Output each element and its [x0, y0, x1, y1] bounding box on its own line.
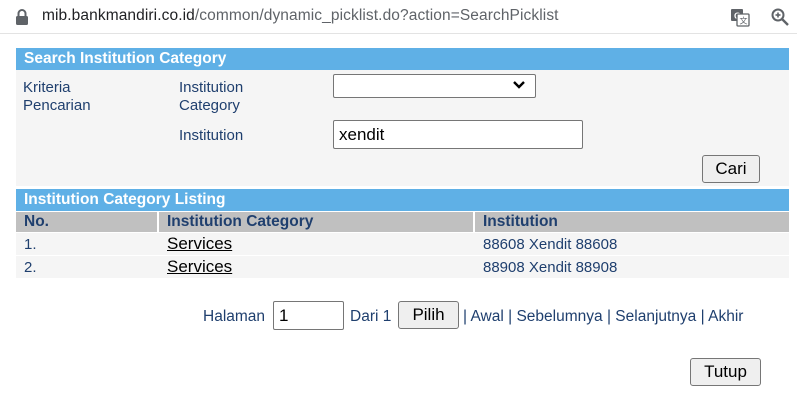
- table-row: 2. Services 88908 Xendit 88908: [16, 256, 789, 278]
- listing-panel-title: Institution Category Listing: [16, 189, 789, 211]
- category-link[interactable]: Services: [167, 257, 232, 277]
- translate-icon[interactable]: G 文: [730, 7, 750, 27]
- institution-label: Institution: [179, 127, 244, 144]
- previous-page-link[interactable]: Sebelumnya: [516, 308, 602, 325]
- url-path: /common/dynamic_picklist.do?action=Searc…: [194, 7, 559, 24]
- go-page-button[interactable]: Pilih: [398, 301, 459, 329]
- category-label-line2: Category: [179, 97, 240, 114]
- svg-text:文: 文: [740, 16, 748, 26]
- address-bar[interactable]: mib.bankmandiri.co.id/common/dynamic_pic…: [0, 0, 797, 34]
- category-label-line1: Institution: [179, 79, 244, 96]
- column-header-category: Institution Category: [167, 213, 314, 230]
- criteria-label-line2: Pencarian: [23, 97, 91, 114]
- criteria-label-line1: Kriteria: [23, 79, 71, 96]
- search-button[interactable]: Cari: [702, 155, 760, 183]
- page-of-label: Dari 1: [350, 308, 392, 325]
- url-text[interactable]: mib.bankmandiri.co.id/common/dynamic_pic…: [42, 7, 559, 25]
- institution-category-select[interactable]: [333, 74, 536, 98]
- column-divider: [473, 212, 475, 232]
- column-header-no: No.: [24, 213, 49, 230]
- close-button[interactable]: Tutup: [690, 358, 761, 386]
- separator: |: [508, 308, 513, 325]
- row-number: 1.: [24, 236, 37, 253]
- lock-icon[interactable]: [14, 8, 30, 26]
- pagination-links: | Awal | Sebelumnya | Selanjutnya | Akhi…: [463, 308, 743, 326]
- search-panel-title: Search Institution Category: [16, 48, 789, 70]
- zoom-icon[interactable]: [770, 7, 790, 27]
- table-row: 1. Services 88608 Xendit 88608: [16, 233, 789, 255]
- separator: |: [700, 308, 705, 325]
- next-page-link[interactable]: Selanjutnya: [615, 308, 696, 325]
- category-link[interactable]: Services: [167, 234, 232, 254]
- separator: |: [463, 308, 468, 325]
- institution-cell: 88608 Xendit 88608: [483, 236, 618, 253]
- listing-table-header: No. Institution Category Institution: [16, 212, 789, 232]
- last-page-link[interactable]: Akhir: [708, 308, 743, 325]
- url-host: mib.bankmandiri.co.id: [42, 7, 195, 24]
- institution-cell: 88908 Xendit 88908: [483, 259, 618, 276]
- institution-input[interactable]: [333, 120, 583, 149]
- row-number: 2.: [24, 259, 37, 276]
- page-number-input[interactable]: [273, 301, 344, 330]
- separator: |: [606, 308, 611, 325]
- column-divider: [157, 212, 159, 232]
- column-header-institution: Institution: [483, 213, 558, 230]
- page-label: Halaman: [203, 308, 266, 325]
- first-page-link[interactable]: Awal: [470, 308, 503, 325]
